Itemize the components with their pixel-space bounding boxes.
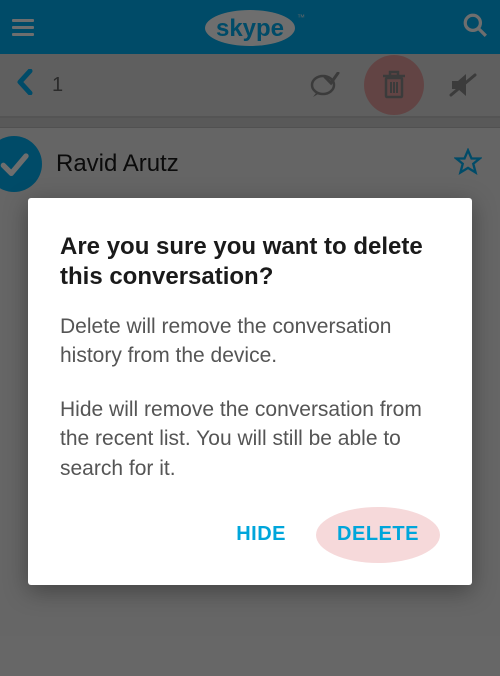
delete-highlight-oval: DELETE <box>316 507 440 563</box>
hide-button[interactable]: HIDE <box>216 507 306 563</box>
delete-confirm-dialog: Are you sure you want to delete this con… <box>28 198 472 585</box>
dialog-actions: HIDE DELETE <box>60 507 440 563</box>
dialog-text-delete: Delete will remove the conversation hist… <box>60 312 440 371</box>
delete-button[interactable]: DELETE <box>337 523 419 546</box>
dialog-text-hide: Hide will remove the conversation from t… <box>60 395 440 483</box>
dialog-title: Are you sure you want to delete this con… <box>60 232 440 292</box>
